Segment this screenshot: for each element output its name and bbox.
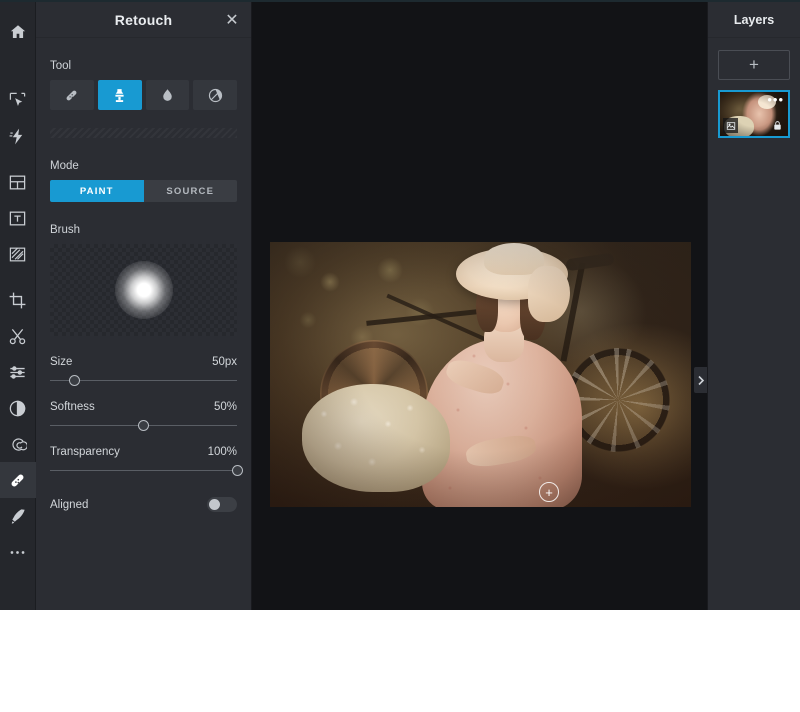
tool-section-label: Tool — [50, 60, 237, 72]
tool-rail — [0, 2, 36, 610]
layer-menu-icon[interactable]: ••• — [767, 97, 784, 103]
size-slider-handle[interactable] — [69, 375, 80, 386]
retouch-panel: Retouch ✕ Tool Mode — [36, 2, 252, 610]
add-layer-button[interactable]: + — [718, 50, 790, 80]
canvas-area[interactable]: + — [252, 2, 707, 610]
panel-body: Tool Mode PAINT SOURCE — [36, 60, 251, 512]
mode-section-label: Mode — [50, 160, 237, 172]
clone-stamp-tool-button[interactable] — [98, 80, 142, 110]
home-icon[interactable] — [0, 14, 36, 50]
softness-slider-handle[interactable] — [138, 420, 149, 431]
tool-button-group — [50, 80, 237, 110]
brush-preview[interactable] — [50, 244, 237, 336]
brush-section-label: Brush — [50, 224, 237, 236]
aligned-toggle-knob — [209, 499, 220, 510]
softness-slider[interactable] — [50, 425, 237, 426]
liquify-icon[interactable] — [0, 426, 36, 462]
dodge-burn-tool-button[interactable] — [193, 80, 237, 110]
more-icon[interactable] — [0, 534, 36, 570]
frames-icon[interactable] — [0, 164, 36, 200]
contrast-icon[interactable] — [0, 390, 36, 426]
photo-canvas[interactable] — [270, 242, 691, 507]
transparency-slider-block: Transparency 100% — [50, 446, 237, 471]
transparency-value: 100% — [208, 446, 237, 458]
softness-label: Softness — [50, 401, 95, 413]
clone-source-marker[interactable]: + — [539, 482, 559, 502]
aligned-toggle[interactable] — [207, 497, 237, 512]
mode-toggle-group: PAINT SOURCE — [50, 180, 237, 202]
layer-thumbnail[interactable]: ••• — [718, 90, 790, 138]
cut-icon[interactable] — [0, 318, 36, 354]
retouch-icon[interactable] — [0, 462, 36, 498]
close-icon[interactable]: ✕ — [223, 11, 241, 29]
transparency-slider[interactable] — [50, 470, 237, 471]
image-icon — [723, 118, 738, 133]
chevron-right-icon[interactable] — [694, 367, 707, 393]
size-slider-block: Size 50px — [50, 356, 237, 381]
brush-tip-preview — [115, 261, 173, 319]
select-icon[interactable] — [0, 82, 36, 118]
crop-icon[interactable] — [0, 282, 36, 318]
texture-icon[interactable] — [0, 236, 36, 272]
effects-icon[interactable] — [0, 118, 36, 154]
softness-slider-block: Softness 50% — [50, 401, 237, 426]
size-slider[interactable] — [50, 380, 237, 381]
layers-panel: Layers + ••• — [707, 2, 800, 610]
page-title: Retouch — [115, 12, 172, 28]
smudge-tool-button[interactable] — [146, 80, 190, 110]
transparency-slider-handle[interactable] — [232, 465, 243, 476]
lock-icon[interactable] — [770, 118, 785, 133]
aligned-row: Aligned — [50, 497, 237, 512]
text-icon[interactable] — [0, 200, 36, 236]
aligned-label: Aligned — [50, 499, 88, 511]
heal-tool-button[interactable] — [50, 80, 94, 110]
size-value: 50px — [212, 356, 237, 368]
size-label: Size — [50, 356, 72, 368]
softness-value: 50% — [214, 401, 237, 413]
section-divider — [50, 128, 237, 138]
panel-header: Retouch ✕ — [36, 2, 251, 38]
adjust-icon[interactable] — [0, 354, 36, 390]
paint-icon[interactable] — [0, 498, 36, 534]
layers-title: Layers — [708, 2, 800, 38]
photo-editor-window: Retouch ✕ Tool Mode — [0, 0, 800, 610]
mode-source-button[interactable]: SOURCE — [144, 180, 238, 202]
transparency-label: Transparency — [50, 446, 120, 458]
mode-paint-button[interactable]: PAINT — [50, 180, 144, 202]
